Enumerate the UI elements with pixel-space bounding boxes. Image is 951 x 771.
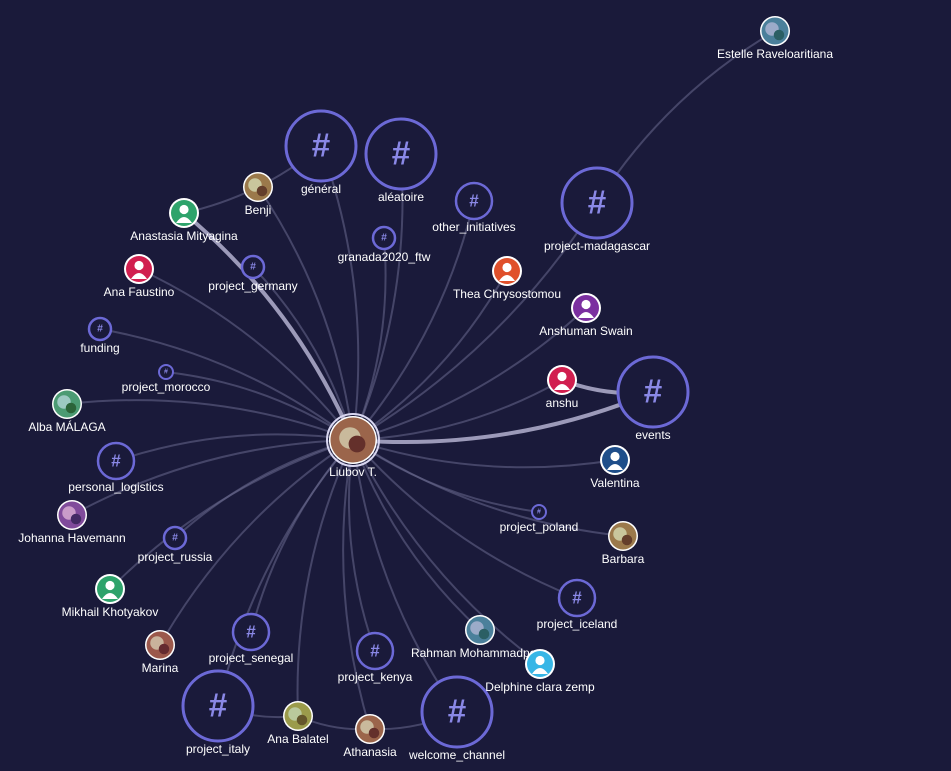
- user-head-icon: [610, 451, 620, 462]
- hash-icon: #: [572, 589, 582, 608]
- label-ana_faustino: Ana Faustino: [104, 285, 175, 299]
- label-project_poland: project_poland: [500, 520, 579, 534]
- hash-icon: #: [588, 185, 607, 222]
- label-project_germany: project_germany: [208, 279, 297, 293]
- label-events: events: [635, 428, 670, 442]
- hash-icon: #: [537, 509, 541, 516]
- label-mikhail: Mikhail Khotyakov: [62, 605, 159, 619]
- user-head-icon: [502, 262, 512, 273]
- hash-icon: #: [246, 623, 256, 642]
- label-welcome_channel: welcome_channel: [408, 748, 505, 762]
- label-project_madagascar: project-madagascar: [544, 239, 650, 253]
- photo-shade: [478, 628, 490, 640]
- hash-icon: #: [381, 233, 387, 244]
- hash-icon: #: [392, 136, 411, 173]
- label-project_senegal: project_senegal: [209, 651, 294, 665]
- label-athanasia: Athanasia: [343, 745, 397, 759]
- hash-icon: #: [172, 533, 178, 544]
- photo-shade: [348, 435, 366, 453]
- label-other_initiatives: other_initiatives: [432, 220, 515, 234]
- user-head-icon: [179, 204, 189, 215]
- label-project_morocco: project_morocco: [122, 380, 211, 394]
- label-ana_balatel: Ana Balatel: [267, 732, 328, 746]
- network-graph[interactable]: Liubov T. # général # aléatoire # project-mada…: [0, 0, 951, 771]
- label-personal_logistics: personal_logistics: [68, 480, 163, 494]
- hash-icon: #: [209, 688, 228, 725]
- label-thea: Thea Chrysostomou: [453, 287, 561, 301]
- label-valentina: Valentina: [590, 476, 639, 490]
- label-johanna: Johanna Havemann: [18, 531, 125, 545]
- label-anastasia: Anastasia Mityagina: [130, 229, 238, 243]
- hash-icon: #: [644, 374, 663, 411]
- label-project_russia: project_russia: [138, 550, 213, 564]
- label-liubov: Liubov T.: [329, 465, 377, 479]
- user-head-icon: [557, 371, 567, 382]
- label-barbara: Barbara: [602, 552, 645, 566]
- label-funding: funding: [80, 341, 119, 355]
- user-head-icon: [134, 260, 144, 271]
- label-aleatoire: aléatoire: [378, 190, 424, 204]
- hash-icon: #: [448, 694, 467, 731]
- label-general: général: [301, 182, 341, 196]
- label-project_kenya: project_kenya: [338, 670, 413, 684]
- hash-icon: #: [111, 452, 121, 471]
- label-estelle: Estelle Raveloaritiana: [717, 47, 833, 61]
- photo-shade: [256, 185, 268, 197]
- user-head-icon: [535, 655, 545, 666]
- label-alba: Alba MÁLAGA: [28, 419, 105, 434]
- node-benji[interactable]: Benji: [243, 172, 273, 217]
- user-head-icon: [105, 580, 115, 591]
- photo-shade: [368, 727, 380, 739]
- label-anshuman: Anshuman Swain: [539, 324, 632, 338]
- photo-shade: [773, 29, 785, 41]
- photo-shade: [65, 402, 77, 414]
- label-delphine: Delphine clara zemp: [485, 680, 595, 694]
- label-marina: Marina: [142, 661, 179, 675]
- hash-icon: #: [97, 324, 103, 335]
- label-project_italy: project_italy: [186, 742, 250, 756]
- photo-shade: [621, 534, 633, 546]
- hash-icon: #: [370, 642, 380, 661]
- hash-icon: #: [469, 192, 479, 211]
- photo-shade: [70, 513, 82, 525]
- label-project_iceland: project_iceland: [537, 617, 618, 631]
- photo-shade: [296, 714, 308, 726]
- photo-shade: [158, 643, 170, 655]
- label-granada2020_ftw: granada2020_ftw: [338, 250, 431, 264]
- user-head-icon: [581, 299, 591, 310]
- hash-icon: #: [164, 369, 168, 376]
- node-anshu[interactable]: anshu: [546, 365, 579, 410]
- node-project_italy[interactable]: # project_italy: [181, 669, 255, 756]
- hash-icon: #: [250, 262, 256, 273]
- label-anshu: anshu: [546, 396, 579, 410]
- hash-icon: #: [312, 128, 331, 165]
- label-benji: Benji: [245, 203, 272, 217]
